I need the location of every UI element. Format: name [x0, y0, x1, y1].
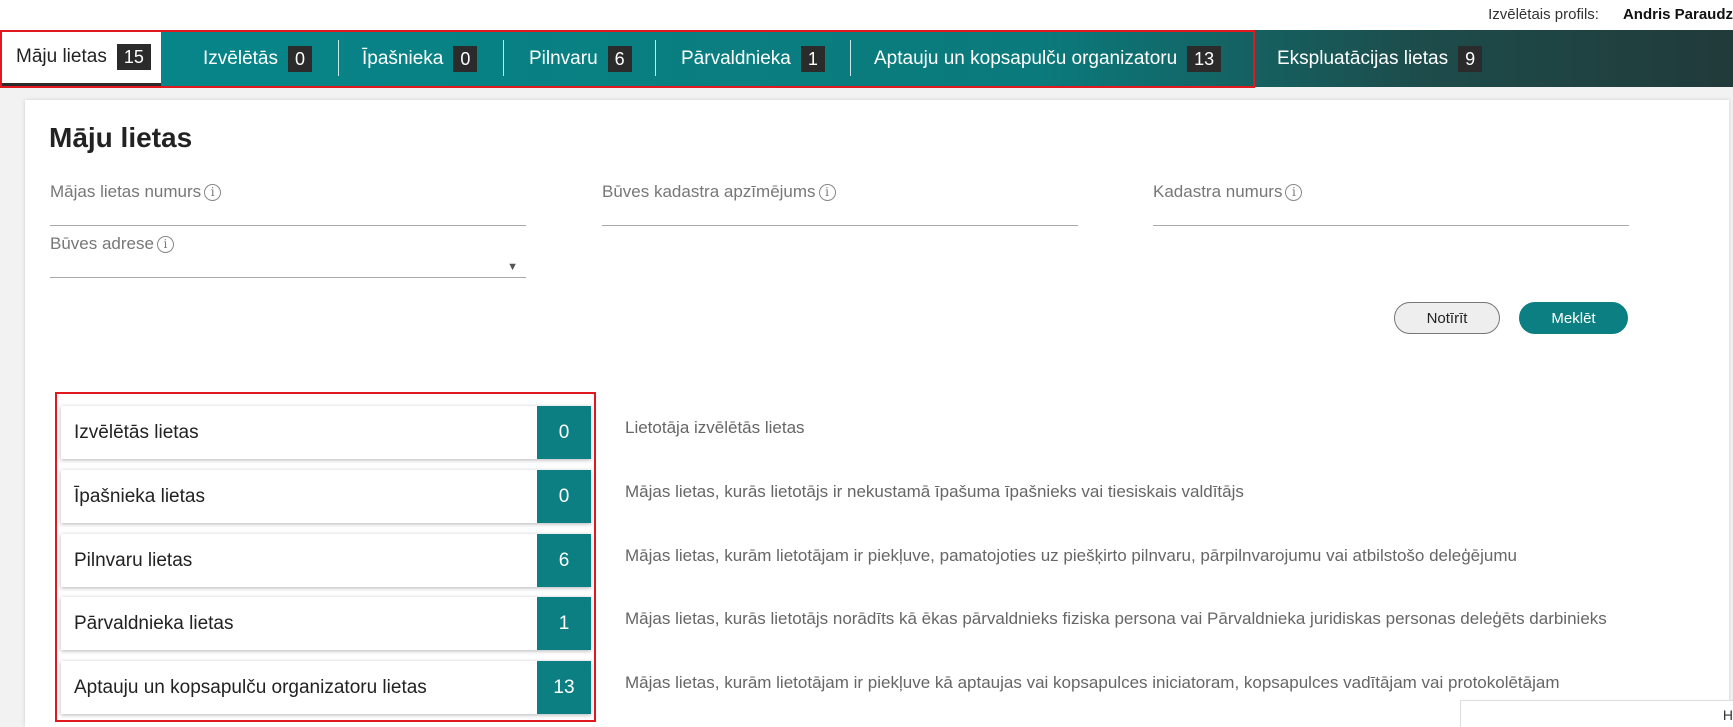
tab-count-badge: 15 [116, 43, 151, 70]
tile-description: Lietotāja izvēlētās lietas [625, 418, 805, 437]
cadastre-number-field: Kadastra numurs i [1153, 182, 1629, 226]
tile-description: Mājas lietas, kurās lietotājs ir nekusta… [625, 482, 1244, 501]
profile-label: Izvēlētais profils: [1488, 6, 1599, 23]
info-icon[interactable]: i [204, 183, 222, 201]
info-icon[interactable]: i [818, 183, 836, 201]
tab-count-badge: 1 [800, 45, 825, 72]
profile-info: Izvēlētais profils: Andris Paraudz [1488, 6, 1733, 23]
tile-pilnvaru-lietas[interactable]: Pilnvaru lietas 6 [61, 534, 591, 587]
tab-label: Aptauju un kopsapulču organizatoru [874, 47, 1178, 69]
tab-count-badge: 9 [1458, 45, 1483, 72]
chevron-down-icon[interactable]: ▼ [507, 261, 518, 273]
profile-name[interactable]: Andris Paraudz [1623, 6, 1733, 23]
tab-ipasnieka[interactable]: Īpašnieka 0 [362, 30, 478, 87]
tile-count: 0 [537, 406, 591, 459]
tab-divider [655, 40, 656, 76]
tile-ipasnieka-lietas[interactable]: Īpašnieka lietas 0 [61, 470, 591, 523]
tab-divider [503, 40, 504, 76]
tab-label: Māju lietas [16, 45, 107, 67]
case-tabs: Māju lietas 15 Izvēlētās 0 Īpašnieka 0 P… [0, 30, 1733, 87]
field-label: Būves adrese i [50, 234, 526, 254]
corner-panel: H [1460, 700, 1733, 727]
tab-label: Izvēlētās [203, 47, 278, 69]
cadastre-designation-field: Būves kadastra apzīmējums i [602, 182, 1078, 226]
tab-label: Pilnvaru [529, 47, 598, 69]
tab-count-badge: 6 [607, 45, 632, 72]
tab-parvaldnieka[interactable]: Pārvaldnieka 1 [681, 30, 825, 87]
clear-button[interactable]: Notīrīt [1394, 302, 1500, 334]
field-label: Mājas lietas numurs i [50, 182, 526, 202]
address-field: Būves adrese i ▼ [50, 234, 526, 278]
tab-label: Īpašnieka [362, 47, 444, 69]
tile-count: 0 [537, 470, 591, 523]
page-title: Māju lietas [49, 122, 193, 153]
search-button[interactable]: Meklēt [1519, 302, 1628, 334]
tile-label: Pilnvaru lietas [74, 549, 193, 571]
field-label-text: Kadastra numurs [1153, 182, 1283, 201]
case-number-field: Mājas lietas numurs i [50, 182, 526, 226]
tile-aptauju-organizatoru-lietas[interactable]: Aptauju un kopsapulču organizatoru lieta… [61, 661, 591, 714]
info-icon[interactable]: i [1285, 183, 1303, 201]
tile-description: Mājas lietas, kurām lietotājam ir piekļu… [625, 673, 1560, 692]
tile-description: Mājas lietas, kurām lietotājam ir piekļu… [625, 546, 1517, 565]
tab-divider [338, 40, 339, 76]
field-label: Būves kadastra apzīmējums i [602, 182, 1078, 202]
tab-ekspluatacijas[interactable]: Ekspluatācijas lietas 9 [1277, 30, 1483, 87]
tile-count: 1 [537, 597, 591, 650]
tile-description: Mājas lietas, kurās lietotājs norādīts k… [625, 609, 1607, 628]
field-label-text: Mājas lietas numurs [50, 182, 202, 201]
tab-label: Pārvaldnieka [681, 47, 791, 69]
tile-label: Aptauju un kopsapulču organizatoru lieta… [74, 676, 427, 698]
field-underline [602, 225, 1078, 226]
tab-label: Ekspluatācijas lietas [1277, 47, 1449, 69]
tab-divider [850, 40, 851, 76]
tile-count: 13 [537, 661, 591, 714]
tab-pilnvaru[interactable]: Pilnvaru 6 [529, 30, 632, 87]
corner-text: H [1722, 707, 1733, 723]
field-label-text: Būves kadastra apzīmējums [602, 182, 816, 201]
tab-izveletas[interactable]: Izvēlētās 0 [203, 30, 312, 87]
address-select[interactable] [50, 254, 526, 278]
tile-label: Izvēlētās lietas [74, 421, 199, 443]
tab-aptauju-organizatoru[interactable]: Aptauju un kopsapulču organizatoru 13 [874, 30, 1222, 87]
case-number-input[interactable] [50, 202, 526, 226]
field-label: Kadastra numurs i [1153, 182, 1629, 202]
tab-count-badge: 0 [287, 45, 312, 72]
field-underline [1153, 225, 1629, 226]
profile-bar: Izvēlētais profils: Andris Paraudz [0, 0, 1733, 30]
field-underline [50, 277, 526, 278]
tile-parvaldnieka-lietas[interactable]: Pārvaldnieka lietas 1 [61, 597, 591, 650]
tab-count-badge: 0 [453, 45, 478, 72]
tile-izveletas-lietas[interactable]: Izvēlētās lietas 0 [61, 406, 591, 459]
tile-label: Īpašnieka lietas [74, 485, 205, 507]
tile-count: 6 [537, 534, 591, 587]
cadastre-designation-input[interactable] [602, 202, 1078, 226]
field-underline [50, 225, 526, 226]
tab-maju-lietas[interactable]: Māju lietas 15 [0, 30, 161, 87]
tab-count-badge: 13 [1187, 45, 1222, 72]
cadastre-number-input[interactable] [1153, 202, 1629, 226]
tile-label: Pārvaldnieka lietas [74, 612, 234, 634]
field-label-text: Būves adrese [50, 234, 154, 253]
info-icon[interactable]: i [156, 235, 174, 253]
